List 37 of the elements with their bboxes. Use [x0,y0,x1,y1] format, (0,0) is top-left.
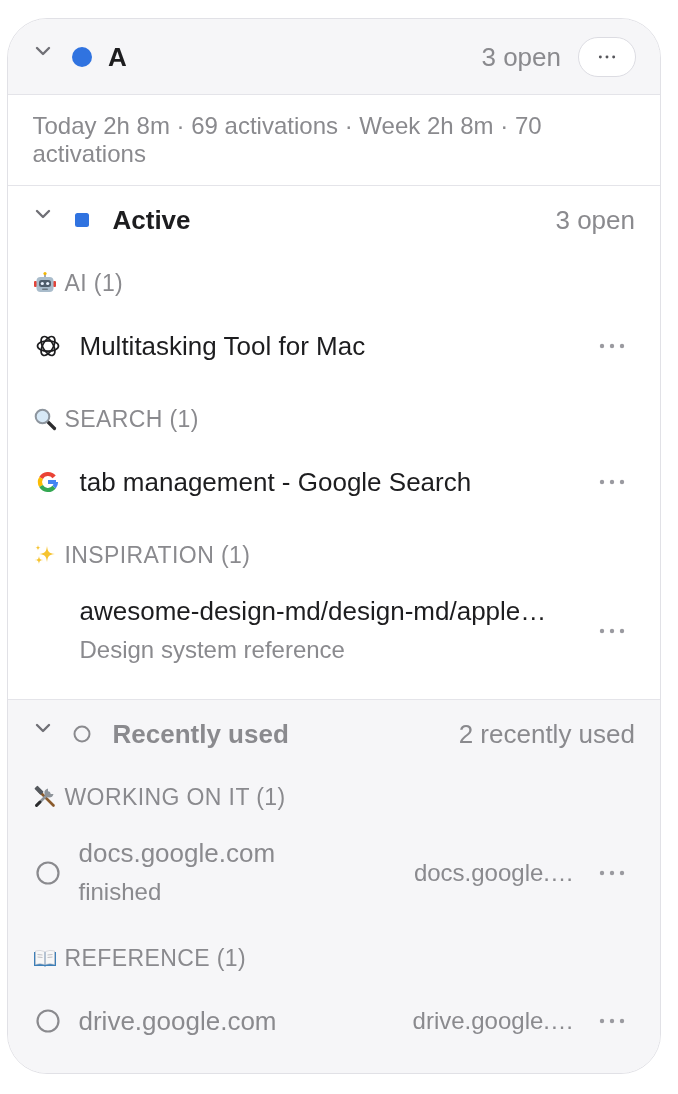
ellipsis-icon [599,479,625,485]
ellipsis-icon [599,869,625,876]
tab-note: Design system reference [79,635,346,665]
ellipsis-icon [599,343,625,349]
tab-domain: drive.google.… [412,1006,574,1036]
more-button[interactable] [578,36,636,77]
robot-icon [32,271,57,295]
knot-icon [34,333,61,359]
group-label: REFERENCE (1) [64,944,247,973]
ellipsis-icon [599,1018,625,1024]
tab-title[interactable]: Multitasking Tool for Mac [79,331,574,361]
section-count: 2 recently used [458,719,635,749]
magnifier-icon [32,407,57,431]
square-icon [74,213,89,227]
tools-icon [32,785,57,809]
ring-icon [35,860,60,885]
group-label: SEARCH (1) [64,405,199,434]
workspace-name: A [108,41,127,72]
tab-title[interactable]: tab management - Google Search [79,467,574,497]
group-label: INSPIRATION (1) [64,541,251,570]
group-label: WORKING ON IT (1) [64,783,286,812]
section-title: Recently used [112,719,289,749]
group-label: AI (1) [64,269,124,298]
chevron-down-icon[interactable] [35,45,51,56]
tab-title[interactable]: awesome-design-md/design-md/apple… [79,596,574,626]
ellipsis-icon [599,627,625,634]
chevron-down-icon[interactable] [34,209,51,219]
section-title: Active [112,205,191,235]
chevron-down-icon[interactable] [34,723,51,733]
open-count: 3 open [481,41,561,72]
stats-text: Today 2h 8m · 69 activations · Week 2h 8m · 70 activations [32,112,543,168]
tab-note: finished [78,877,163,907]
ellipsis-icon [598,54,616,59]
tab-domain: docs.google.… [413,857,574,888]
ring-icon [72,725,91,743]
section-count: 3 open [555,205,635,235]
ring-icon [35,1009,60,1033]
